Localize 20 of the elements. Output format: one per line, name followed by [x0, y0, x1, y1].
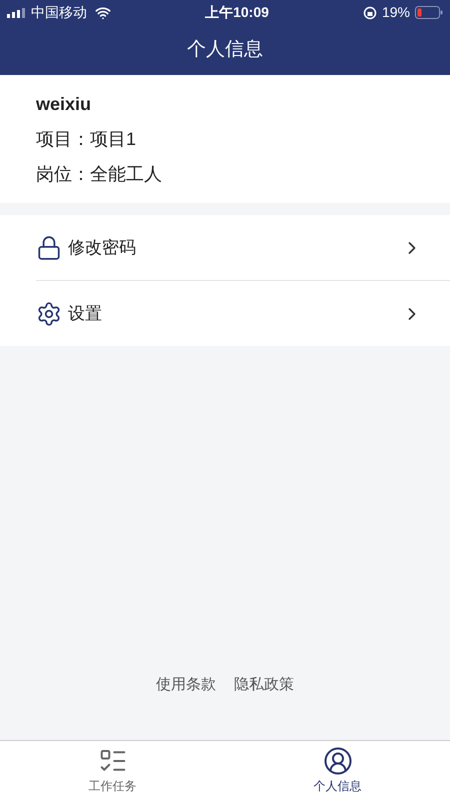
status-time: 上午10:09	[205, 3, 269, 22]
tab[interactable]: 工作任务	[0, 741, 225, 800]
tab[interactable]: 个人信息	[225, 741, 450, 800]
footer-link[interactable]: 隐私政策	[234, 674, 294, 696]
menu-item[interactable]: 设置	[36, 281, 450, 346]
battery-percent: 19%	[382, 3, 410, 22]
settings-icon	[36, 300, 62, 326]
signal-icon	[7, 8, 27, 18]
page-title: 个人信息	[187, 38, 263, 62]
battery-icon	[415, 6, 443, 19]
lock-icon	[36, 234, 62, 260]
profile-field: 岗位：全能工人	[36, 161, 414, 188]
username: weixiu	[36, 93, 92, 116]
wifi-icon	[95, 4, 111, 20]
user-icon	[322, 746, 352, 776]
rotation-lock-icon	[362, 6, 377, 20]
footer-link[interactable]: 使用条款	[156, 674, 216, 696]
menu-item[interactable]: 修改密码	[36, 215, 450, 280]
profile-field: 项目：项目1	[36, 126, 414, 153]
carrier-name: 中国移动	[31, 3, 87, 22]
